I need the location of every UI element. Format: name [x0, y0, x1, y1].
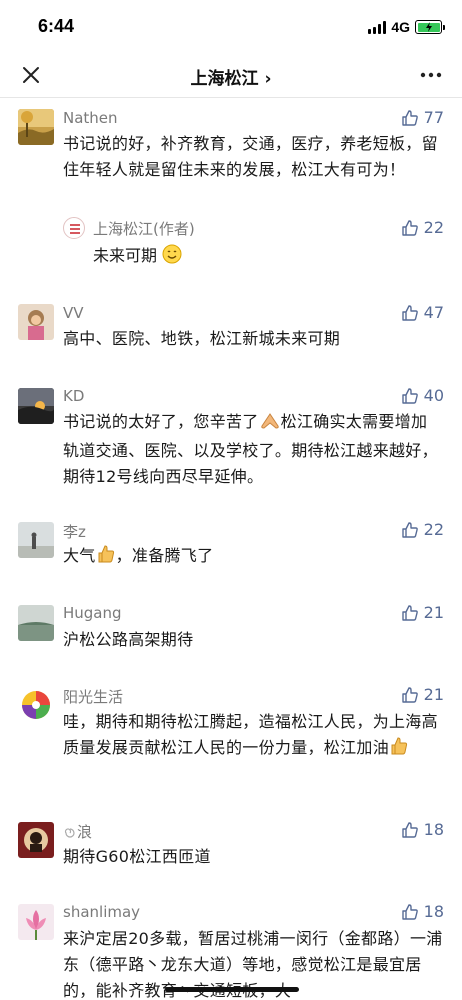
- like-button[interactable]: 21: [401, 685, 444, 704]
- like-button[interactable]: 18: [401, 902, 444, 921]
- comment-text: 高中、医院、地铁，松江新城未来可期: [63, 329, 341, 348]
- home-indicator[interactable]: [165, 987, 299, 992]
- reply-text: 未来可期: [93, 243, 182, 272]
- comment-author[interactable]: Nathen: [63, 109, 118, 127]
- battery-icon: [415, 20, 445, 34]
- avatar[interactable]: [18, 522, 54, 558]
- network-type: 4G: [391, 19, 410, 35]
- comment-author-name: 浪: [77, 823, 93, 841]
- like-button[interactable]: 22: [401, 218, 444, 237]
- like-count: 22: [423, 520, 444, 539]
- comment-text: 大气 ，准备腾飞了: [63, 543, 443, 572]
- comment-author[interactable]: 李z: [63, 521, 86, 542]
- nav-bar: 上海松江 ›: [0, 52, 462, 98]
- comment-author[interactable]: KD: [63, 387, 84, 405]
- author-avatar[interactable]: [63, 217, 85, 239]
- thumbs-up-icon: [401, 821, 418, 838]
- comment-text: 书记说的好，补齐教育，交通，医疗，养老短板，留住年轻人就是留住未来的发展，松江大…: [63, 134, 438, 179]
- like-button[interactable]: 47: [401, 303, 444, 322]
- status-time: 6:44: [38, 16, 75, 36]
- page-title[interactable]: 上海松江 ›: [0, 64, 462, 89]
- like-button[interactable]: 18: [401, 820, 444, 839]
- comment-author[interactable]: Hugang: [63, 604, 122, 622]
- reply-author[interactable]: 上海松江(作者): [93, 218, 195, 239]
- swirl-emoji-icon: [63, 826, 77, 844]
- battery-level: [417, 22, 440, 32]
- comment-text: 书记说的太好了，您辛苦了 松江确实太需要增加轨道交通、医院、以及学校了。期待松江越…: [63, 409, 443, 490]
- thumbs-up-icon: [401, 604, 418, 621]
- comment-list: Nathen 77 书记说的好，补齐教育，交通，医疗，养老短板，留住年轻人就是留…: [0, 99, 462, 1000]
- thumbs-up-icon: [401, 109, 418, 126]
- avatar[interactable]: [18, 304, 54, 340]
- avatar[interactable]: [18, 605, 54, 641]
- avatar[interactable]: [18, 904, 54, 940]
- like-count: 18: [423, 820, 444, 839]
- like-count: 40: [423, 386, 444, 405]
- avatar[interactable]: [18, 109, 54, 145]
- like-button[interactable]: 40: [401, 386, 444, 405]
- comment-author[interactable]: shanlimay: [63, 903, 140, 921]
- thumbs-up-emoji-icon: [389, 736, 409, 764]
- like-count: 22: [423, 218, 444, 237]
- comment-author[interactable]: 阳光生活: [63, 686, 123, 707]
- thumbs-up-icon: [401, 387, 418, 404]
- smile-emoji-icon: [162, 244, 182, 272]
- signal-icon: [368, 20, 387, 34]
- more-icon[interactable]: [418, 63, 444, 87]
- thumbs-up-icon: [401, 903, 418, 920]
- like-count: 47: [423, 303, 444, 322]
- pray-emoji-icon: [259, 412, 281, 438]
- comment-text: 沪松公路高架期待: [63, 630, 194, 649]
- like-button[interactable]: 22: [401, 520, 444, 539]
- thumbs-up-icon: [401, 521, 418, 538]
- like-count: 77: [423, 108, 444, 127]
- comment-text: 哇，期待和期待松江腾起，造福松江人民，为上海高质量发展贡献松江人民的一份力量，松…: [63, 709, 443, 764]
- like-count: 21: [423, 685, 444, 704]
- comment-text-part: 大气: [63, 546, 96, 565]
- status-bar: 6:44 4G: [0, 0, 462, 52]
- status-indicators: 4G: [368, 18, 445, 36]
- comment-author[interactable]: VV: [63, 304, 84, 322]
- thumbs-up-icon: [401, 304, 418, 321]
- avatar[interactable]: [18, 822, 54, 858]
- comment-author[interactable]: 浪: [63, 821, 92, 844]
- thumbs-up-icon: [401, 219, 418, 236]
- like-button[interactable]: 77: [401, 108, 444, 127]
- reply-text-content: 未来可期: [93, 246, 158, 265]
- comment-text: 期待G60松江西匝道: [63, 847, 211, 866]
- avatar[interactable]: [18, 388, 54, 424]
- like-button[interactable]: 21: [401, 603, 444, 622]
- comment-text-part: 哇，期待和期待松江腾起，造福松江人民，为上海高质量发展贡献松江人民的一份力量，松…: [63, 712, 438, 757]
- like-count: 21: [423, 603, 444, 622]
- comment-text-part: ，准备腾飞了: [115, 546, 214, 565]
- thumbs-up-emoji-icon: [96, 544, 116, 572]
- comment-text-part: 书记说的太好了，您辛苦了: [63, 412, 259, 431]
- thumbs-up-icon: [401, 686, 418, 703]
- like-count: 18: [423, 902, 444, 921]
- avatar[interactable]: [18, 687, 54, 723]
